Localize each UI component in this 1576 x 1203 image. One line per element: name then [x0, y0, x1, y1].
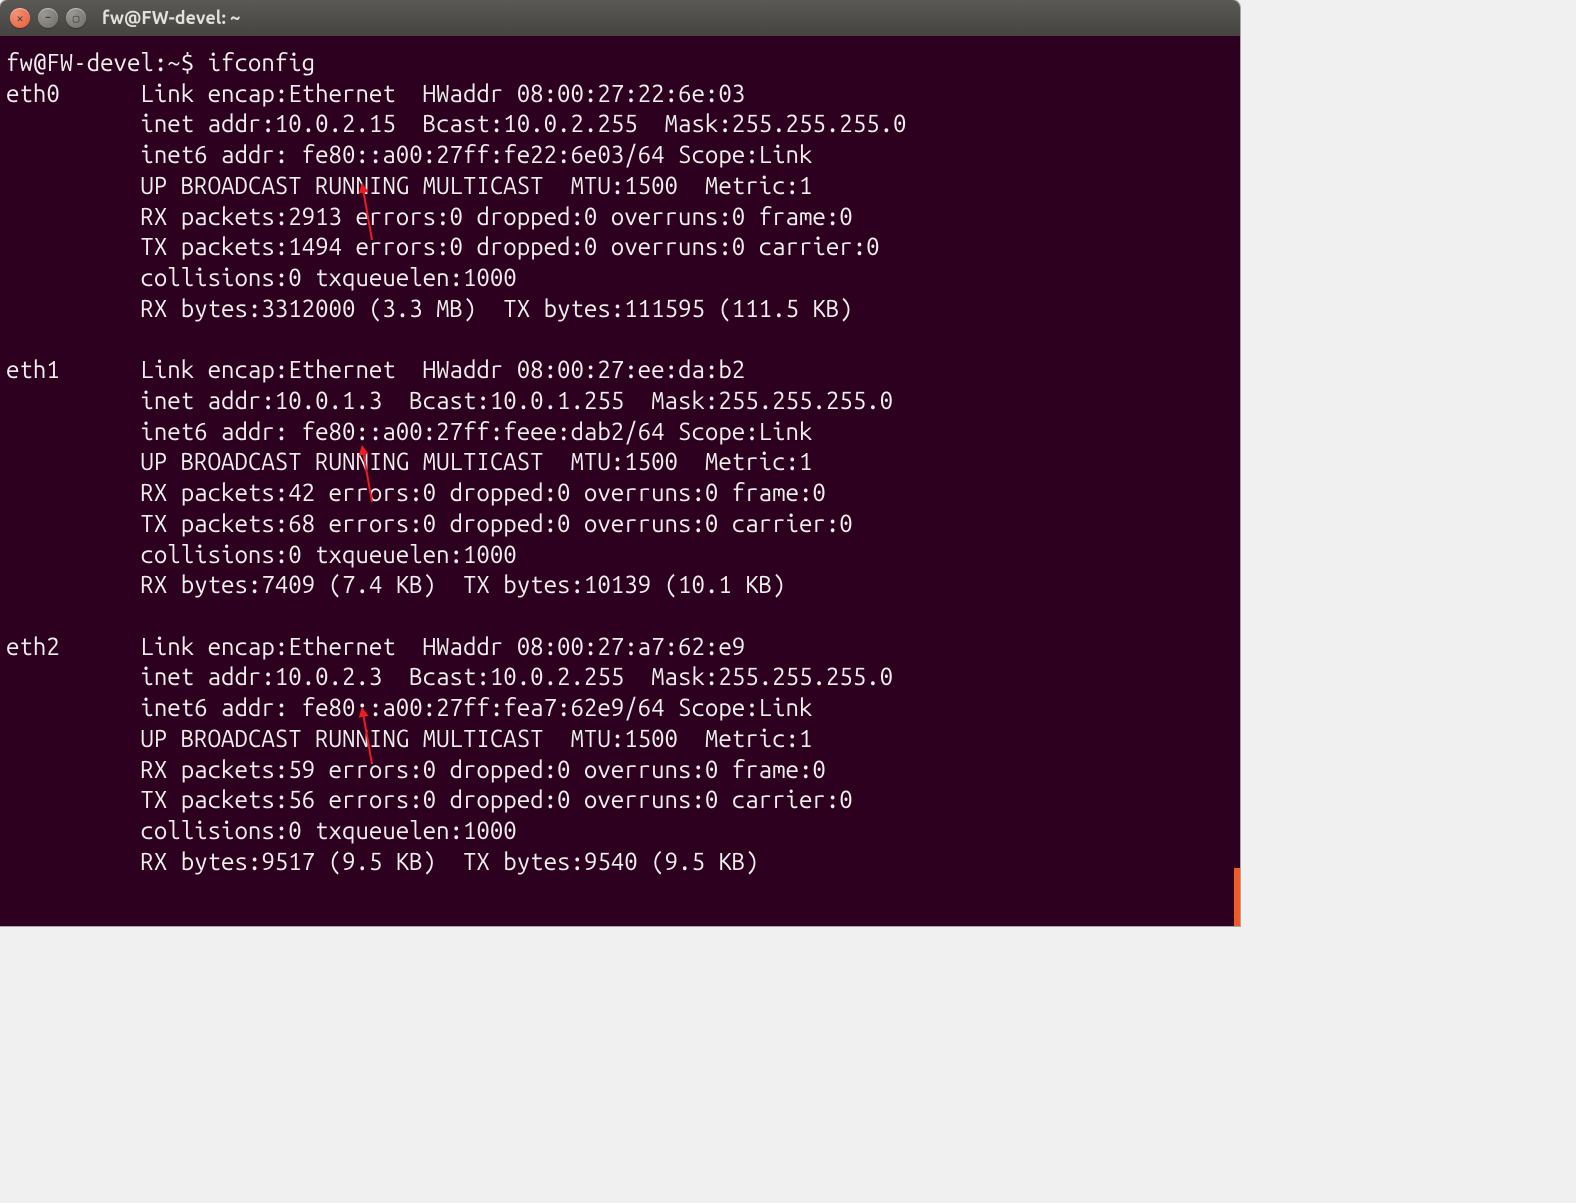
maximize-icon[interactable]: ▢ — [66, 8, 86, 28]
window-title: fw@FW-devel: ~ — [102, 8, 240, 28]
terminal-window: ✕ – ▢ fw@FW-devel: ~ fw@FW-devel:~$ ifco… — [0, 0, 1240, 926]
scrollbar-indicator[interactable] — [1234, 868, 1240, 926]
titlebar[interactable]: ✕ – ▢ fw@FW-devel: ~ — [0, 0, 1240, 36]
annotation-arrow-icon — [361, 709, 373, 764]
window-controls: ✕ – ▢ — [10, 8, 86, 28]
annotation-arrow-icon — [361, 447, 373, 502]
terminal-output[interactable]: fw@FW-devel:~$ ifconfig eth0 Link encap:… — [0, 36, 1240, 926]
annotation-arrow-icon — [361, 185, 373, 240]
minimize-icon[interactable]: – — [38, 8, 58, 28]
close-icon[interactable]: ✕ — [10, 8, 30, 28]
